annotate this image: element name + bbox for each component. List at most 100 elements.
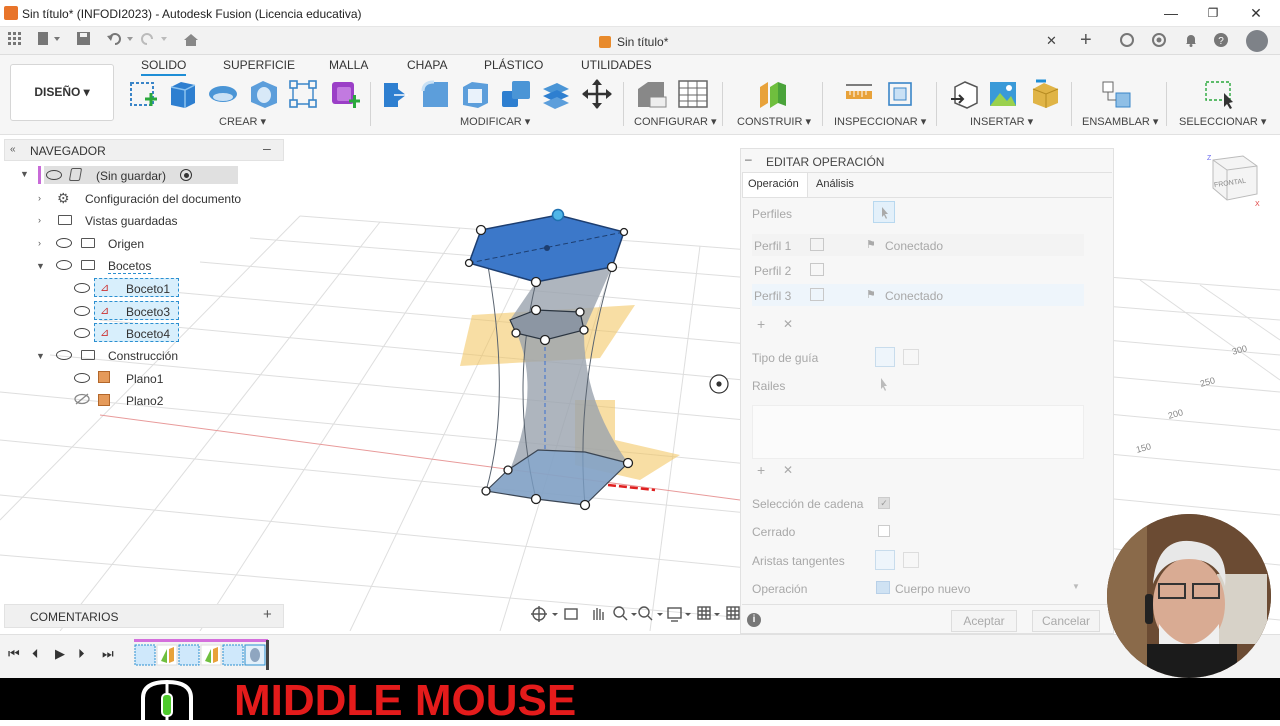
expand-chevron-icon[interactable]: ▼	[36, 261, 45, 271]
extensions-icon[interactable]	[1120, 33, 1134, 50]
step-back-button[interactable]: ⏴	[32, 646, 39, 662]
revolve-icon[interactable]	[207, 79, 237, 109]
tangent-keep-option-icon[interactable]	[903, 552, 919, 568]
tab-malla[interactable]: MALLA	[329, 58, 368, 72]
profiles-select-button[interactable]	[873, 201, 895, 223]
dropdown-arrow-icon[interactable]: ▼	[1072, 582, 1080, 591]
visibility-eye-icon[interactable]	[56, 260, 72, 270]
tree-item-doc-settings[interactable]: Configuración del documento	[85, 192, 241, 206]
create-form-icon[interactable]	[329, 79, 360, 109]
group-ensamblar[interactable]: ENSAMBLAR ▾	[1082, 115, 1158, 128]
user-avatar[interactable]	[1246, 30, 1268, 52]
tree-item-construction[interactable]: Construcción	[108, 349, 178, 363]
tab-chapa[interactable]: CHAPA	[407, 58, 447, 72]
offset-face-icon[interactable]	[541, 79, 571, 109]
combine-icon[interactable]	[500, 79, 530, 109]
add-profile-button[interactable]: +	[757, 316, 765, 332]
job-status-icon[interactable]	[1152, 33, 1166, 50]
visibility-eye-icon[interactable]	[74, 373, 90, 383]
help-icon[interactable]: ?	[1214, 33, 1228, 50]
visibility-eye-icon[interactable]	[56, 238, 72, 248]
cancel-button[interactable]: Cancelar	[1032, 610, 1100, 632]
hole-icon[interactable]	[249, 79, 279, 109]
tab-utilidades[interactable]: UTILIDADES	[581, 58, 652, 72]
close-tab-button[interactable]: ✕	[1046, 33, 1057, 49]
tab-superficie[interactable]: SUPERFICIE	[223, 58, 295, 72]
collapse-browser-icon[interactable]: «	[10, 144, 16, 155]
remove-rail-button[interactable]: ✕	[783, 463, 793, 477]
insert-canvas-icon[interactable]	[988, 79, 1018, 109]
workspace-switcher-button[interactable]: DISEÑO ▾	[10, 64, 114, 121]
expand-chevron-icon[interactable]: ▼	[36, 351, 45, 361]
parameters-icon[interactable]	[636, 79, 667, 109]
hidden-eye-icon[interactable]	[74, 393, 90, 405]
add-rail-button[interactable]: +	[757, 462, 765, 478]
expand-chevron-icon[interactable]: ›	[38, 238, 41, 248]
grid-menu-icon[interactable]	[8, 32, 22, 48]
table-config-icon[interactable]	[677, 79, 708, 109]
offset-plane-icon[interactable]	[758, 79, 788, 109]
timeline-features[interactable]	[134, 643, 268, 667]
root-component-label[interactable]: (Sin guardar)	[96, 169, 166, 183]
group-modificar[interactable]: MODIFICAR ▾	[460, 115, 530, 128]
interference-icon[interactable]	[885, 79, 915, 109]
home-icon[interactable]	[183, 33, 199, 49]
close-window-button[interactable]: ✕	[1241, 4, 1271, 22]
group-crear[interactable]: CREAR ▾	[219, 115, 266, 128]
group-seleccionar[interactable]: SELECCIONAR ▾	[1179, 115, 1266, 128]
group-configurar[interactable]: CONFIGURAR ▾	[634, 115, 717, 128]
tree-item-boceto1[interactable]: Boceto1	[126, 282, 170, 296]
redo-icon[interactable]	[141, 32, 169, 48]
select-icon[interactable]	[1204, 79, 1234, 109]
play-button[interactable]: ▶	[55, 646, 65, 662]
visibility-eye-icon[interactable]	[74, 328, 90, 338]
group-inspeccionar[interactable]: INSPECCIONAR ▾	[834, 115, 926, 128]
fillet-icon[interactable]	[420, 79, 450, 109]
file-icon[interactable]	[38, 32, 62, 48]
minimize-browser-button[interactable]: –	[263, 140, 271, 156]
tab-analisis[interactable]: Análisis	[816, 178, 854, 190]
minimize-button[interactable]: —	[1156, 4, 1186, 22]
group-construir[interactable]: CONSTRUIR ▾	[737, 115, 811, 128]
expand-chevron-icon[interactable]: ›	[38, 193, 41, 203]
rails-select-icon[interactable]	[878, 376, 892, 395]
add-comment-button[interactable]: +	[263, 606, 272, 623]
create-sketch-icon[interactable]	[129, 79, 159, 109]
expand-chevron-icon[interactable]: ›	[38, 215, 41, 225]
expand-chevron-icon[interactable]: ▼	[20, 169, 29, 179]
rails-list[interactable]	[752, 405, 1084, 459]
collapse-dialog-button[interactable]: –	[745, 152, 752, 166]
group-insertar[interactable]: INSERTAR ▾	[970, 115, 1033, 128]
closed-checkbox[interactable]	[878, 525, 890, 537]
tree-item-saved-views[interactable]: Vistas guardadas	[85, 214, 178, 228]
visibility-eye-icon[interactable]	[74, 306, 90, 316]
tab-solido[interactable]: SOLIDO	[141, 58, 187, 76]
tree-item-boceto4[interactable]: Boceto4	[126, 327, 170, 341]
notifications-icon[interactable]	[1184, 33, 1198, 50]
go-to-start-button[interactable]: ⏮	[8, 646, 20, 662]
shell-icon[interactable]	[460, 79, 490, 109]
step-forward-button[interactable]: ⏵	[78, 646, 85, 662]
pattern-icon[interactable]	[288, 79, 318, 109]
insert-mcmaster-icon[interactable]	[1030, 79, 1060, 109]
tree-item-origin[interactable]: Origen	[108, 237, 144, 251]
press-pull-icon[interactable]	[380, 79, 410, 109]
visibility-eye-icon[interactable]	[56, 350, 72, 360]
document-tab[interactable]: Sin título*	[617, 35, 668, 49]
tangent-merge-option-icon[interactable]	[875, 550, 895, 570]
guide-centerline-option-icon[interactable]	[903, 349, 919, 365]
accept-button[interactable]: Aceptar	[951, 610, 1017, 632]
activate-radio-icon[interactable]	[180, 169, 192, 181]
new-component-icon[interactable]	[1100, 79, 1131, 109]
tab-operacion[interactable]: Operación	[748, 178, 799, 190]
info-icon[interactable]: i	[747, 613, 761, 627]
tree-item-plano2[interactable]: Plano2	[126, 394, 163, 408]
guide-rails-option-icon[interactable]	[875, 347, 895, 367]
timeline-marker[interactable]	[266, 640, 269, 670]
extrude-icon[interactable]	[167, 79, 197, 109]
maximize-button[interactable]: ❐	[1198, 4, 1228, 22]
measure-icon[interactable]	[844, 79, 874, 109]
new-tab-button[interactable]: +	[1080, 29, 1092, 52]
chain-selection-checkbox[interactable]: ✓	[878, 497, 890, 509]
operation-select[interactable]: Cuerpo nuevo	[895, 582, 970, 596]
